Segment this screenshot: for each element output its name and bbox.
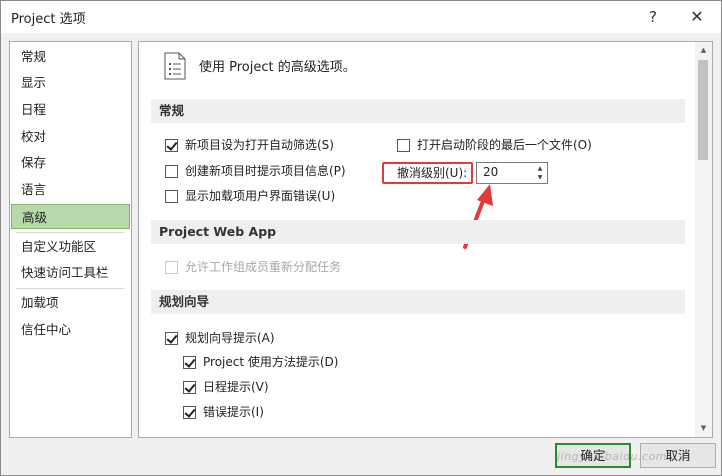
nav-item-advanced[interactable]: 高级 xyxy=(11,204,130,229)
window-title: Project 选项 xyxy=(11,12,86,27)
checkbox[interactable] xyxy=(397,139,410,152)
project-options-dialog: Project 选项 ? ✕ 常规 显示 日程 校对 保存 语言 高级 自定义功… xyxy=(0,0,722,476)
checkbox[interactable] xyxy=(183,381,196,394)
nav-item-display[interactable]: 显示 xyxy=(11,70,130,95)
nav-item-language[interactable]: 语言 xyxy=(11,177,130,202)
nav-item-schedule[interactable]: 日程 xyxy=(11,97,130,122)
scroll-thumb[interactable] xyxy=(698,60,708,160)
spinner-up-icon[interactable]: ▲ xyxy=(535,164,545,173)
document-settings-icon xyxy=(164,52,186,80)
nav-item-save[interactable]: 保存 xyxy=(11,150,130,175)
nav-divider xyxy=(16,232,124,233)
nav-item-trust-center[interactable]: 信任中心 xyxy=(11,317,130,342)
close-button[interactable]: ✕ xyxy=(681,5,713,29)
checkbox xyxy=(165,261,178,274)
title-bar: Project 选项 ? ✕ xyxy=(1,1,721,33)
nav-item-quick-access-toolbar[interactable]: 快速访问工具栏 xyxy=(11,260,130,285)
checkbox[interactable] xyxy=(165,165,178,178)
nav-item-proofing[interactable]: 校对 xyxy=(11,124,130,149)
vertical-scrollbar[interactable]: ▲ ▼ xyxy=(695,42,712,437)
nav-divider xyxy=(16,288,124,289)
options-content: 使用 Project 的高级选项。 常规 新项目设为打开自动筛选(S) 创建新项… xyxy=(138,41,713,438)
scroll-up-icon[interactable]: ▲ xyxy=(695,42,712,59)
options-nav: 常规 显示 日程 校对 保存 语言 高级 自定义功能区 快速访问工具栏 加载项 … xyxy=(9,41,132,438)
checkbox[interactable] xyxy=(165,139,178,152)
undo-levels-spinner[interactable]: 20 ▲ ▼ xyxy=(476,162,548,184)
watermark: jingyan.baidu.com xyxy=(557,450,668,463)
spinner-down-icon[interactable]: ▼ xyxy=(535,173,545,182)
checkbox[interactable] xyxy=(165,332,178,345)
checkbox[interactable] xyxy=(165,190,178,203)
undo-levels-value[interactable]: 20 xyxy=(483,165,498,179)
checkbox[interactable] xyxy=(183,406,196,419)
nav-item-general[interactable]: 常规 xyxy=(11,44,130,69)
nav-item-addins[interactable]: 加载项 xyxy=(11,290,130,315)
undo-levels-label: 撤消级别(U): xyxy=(397,166,468,180)
nav-item-customize-ribbon[interactable]: 自定义功能区 xyxy=(11,234,130,259)
section-general: 常规 xyxy=(151,99,685,123)
section-planning-wizard: 规划向导 xyxy=(151,290,685,314)
scroll-down-icon[interactable]: ▼ xyxy=(695,420,712,437)
section-project-web-app: Project Web App xyxy=(151,220,685,244)
checkbox[interactable] xyxy=(183,356,196,369)
help-button[interactable]: ? xyxy=(637,5,669,29)
content-header: 使用 Project 的高级选项。 xyxy=(199,60,356,75)
